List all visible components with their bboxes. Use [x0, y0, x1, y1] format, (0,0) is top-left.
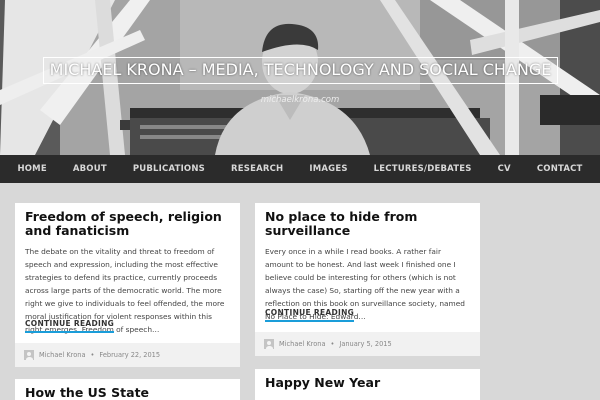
site-title[interactable]: MICHAEL KRONA – MEDIA, TECHNOLOGY AND SO…	[43, 57, 558, 84]
nav-item-cv[interactable]: CV	[485, 155, 524, 183]
post-author[interactable]: Michael Krona	[39, 351, 86, 359]
nav-item-contact[interactable]: CONTACT	[524, 155, 596, 183]
post-card: How the US State	[15, 379, 240, 400]
nav-item-lectures-debates[interactable]: LECTURES/DEBATES	[361, 155, 485, 183]
continue-reading-link[interactable]: CONTINUE READING	[265, 308, 355, 322]
post-meta: Michael Krona • February 22, 2015	[15, 343, 240, 367]
post-title[interactable]: Freedom of speech, religion and fanatici…	[25, 210, 230, 238]
avatar	[264, 339, 274, 349]
post-date[interactable]: February 22, 2015	[99, 351, 160, 359]
post-title[interactable]: Happy New Year	[265, 376, 470, 390]
nav-item-publications[interactable]: PUBLICATIONS	[120, 155, 218, 183]
post-card: Happy New Year	[255, 369, 480, 400]
continue-reading-link[interactable]: CONTINUE READING	[25, 319, 115, 333]
header-banner: MICHAEL KRONA – MEDIA, TECHNOLOGY AND SO…	[0, 0, 600, 155]
site-subtitle: michaelkrona.com	[260, 95, 340, 105]
meta-separator: •	[90, 351, 95, 359]
avatar	[24, 350, 34, 360]
post-card: Freedom of speech, religion and fanatici…	[15, 203, 240, 367]
post-author[interactable]: Michael Krona	[279, 340, 326, 348]
post-date[interactable]: January 5, 2015	[339, 340, 391, 348]
meta-separator: •	[330, 340, 335, 348]
post-card: No place to hide from surveillance Every…	[255, 203, 480, 356]
nav-item-research[interactable]: RESEARCH	[218, 155, 296, 183]
nav-item-about[interactable]: ABOUT	[60, 155, 120, 183]
post-title[interactable]: How the US State	[25, 386, 230, 400]
post-meta: Michael Krona • January 5, 2015	[255, 332, 480, 356]
nav-item-images[interactable]: IMAGES	[296, 155, 360, 183]
post-title[interactable]: No place to hide from surveillance	[265, 210, 470, 238]
nav-item-home[interactable]: HOME	[4, 155, 59, 183]
main-nav: HOME ABOUT PUBLICATIONS RESEARCH IMAGES …	[0, 155, 600, 183]
